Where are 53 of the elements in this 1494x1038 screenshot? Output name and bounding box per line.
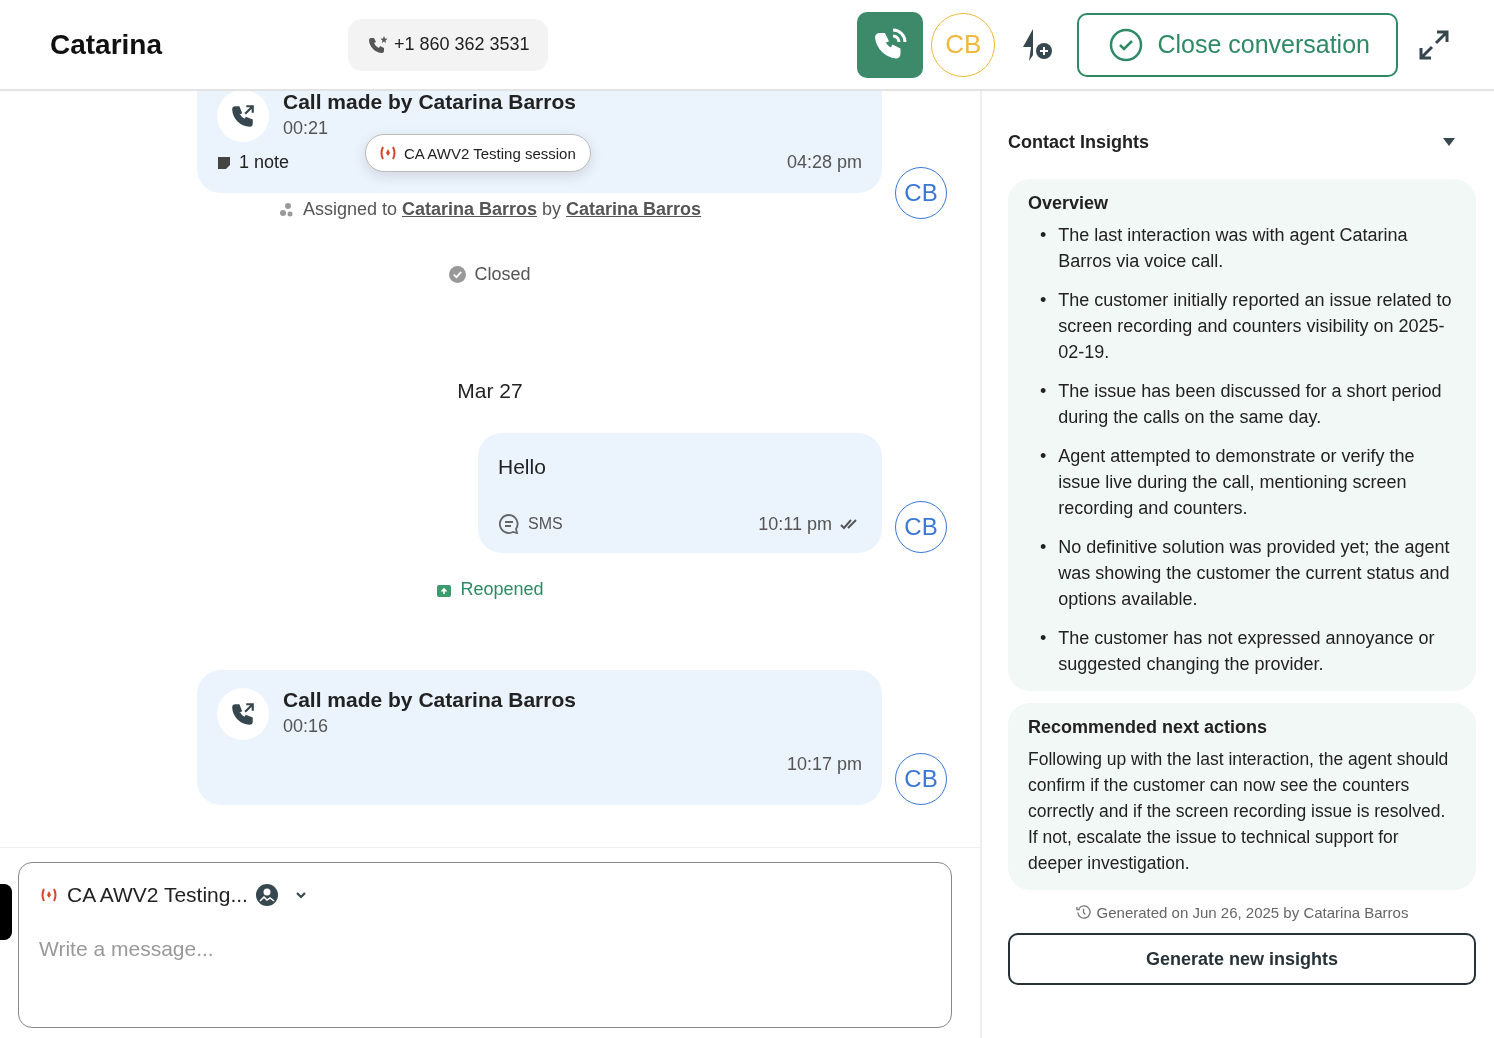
bullet-marker: • (1040, 224, 1047, 247)
call-button[interactable] (857, 11, 924, 78)
date-divider: Mar 27 (457, 379, 523, 403)
outgoing-call-icon (230, 701, 256, 727)
image-icon (255, 884, 278, 906)
bullet-marker: • (1040, 380, 1047, 403)
next-actions-title: Recommended next actions (1028, 717, 1269, 738)
insight-bullet: The customer initially reported an issue related to screen recording and counters visibility on 2025-02-19. (1058, 289, 1453, 364)
insight-bullet: The last interaction was with agent Catarina Barros via voice call. (1058, 224, 1409, 273)
assignment-text: Assigned to Catarina Barros by Catarina Barros (302, 199, 702, 220)
status-label: Closed (474, 264, 531, 285)
message-time: 10:11 pm (758, 513, 862, 535)
close-conversation-button[interactable]: Close conversation (1077, 12, 1398, 77)
insight-bullet: The issue has been discussed for a short period during the calls on the same day. (1058, 380, 1443, 429)
insights-header[interactable]: Contact Insights (1008, 127, 1476, 157)
bullet-marker: • (1040, 536, 1047, 559)
bullet-marker: • (1040, 627, 1047, 650)
chat-icon (498, 513, 520, 535)
generate-insights-button[interactable]: Generate new insights (1008, 933, 1476, 985)
bullet-marker: • (1040, 289, 1047, 312)
channel-label: SMS (498, 513, 563, 535)
insight-bullet: The customer has not expressed annoyance or suggested changing the provider. (1058, 627, 1436, 676)
generated-note: Generated on Jun 26, 2025 by Catarina Barros (1096, 904, 1409, 921)
check-icon (449, 266, 467, 283)
insight-bullet: Agent attempted to demonstrate or verify the issue live during the call, mentioning screen recording and counters. (1058, 445, 1416, 520)
status-label: Reopened (460, 579, 544, 600)
contact-name: Catarina (50, 28, 164, 61)
check-circle-icon (1109, 27, 1144, 62)
message-time: 10:17 pm (786, 754, 862, 775)
agent-link[interactable]: Catarina Barros (401, 199, 537, 219)
call-title: Call made by Catarina Barros (283, 91, 576, 114)
insight-bullet: No definitive solution was provided yet; the agent was showing the customer the current status and options available. (1058, 536, 1451, 611)
next-actions-text: Following up with the last interaction, the agent should confirm if the customer can now see the counters correctly and if the screen recording issue is resolved. If not, escalate the issue to technical support for deeper investigation. (1028, 748, 1450, 875)
call-duration: 00:16 (283, 716, 330, 737)
overview-title: Overview (1028, 193, 1110, 214)
message-time: 04:28 pm (786, 152, 862, 173)
flag-icon (39, 887, 59, 903)
caret-icon (1442, 137, 1456, 147)
call-duration: 00:21 (283, 118, 330, 139)
people-icon (278, 201, 295, 218)
outgoing-call-icon (230, 103, 256, 129)
history-icon (1075, 905, 1091, 920)
message-text: Hello (498, 455, 547, 479)
bullet-marker: • (1040, 445, 1047, 468)
agent-link[interactable]: Catarina Barros (566, 199, 702, 219)
phone-number[interactable]: +1 860 362 3531 (348, 18, 548, 71)
call-title: Call made by Catarina Barros (283, 688, 576, 712)
phone-icon (368, 34, 390, 55)
session-tag[interactable]: CA AWV2 Testing session (365, 134, 591, 172)
note-count[interactable]: 1 note (217, 152, 290, 173)
channel-selector[interactable]: CA AWV2 Testing... (39, 883, 931, 907)
note-icon (217, 155, 231, 170)
flag-icon (378, 145, 398, 161)
